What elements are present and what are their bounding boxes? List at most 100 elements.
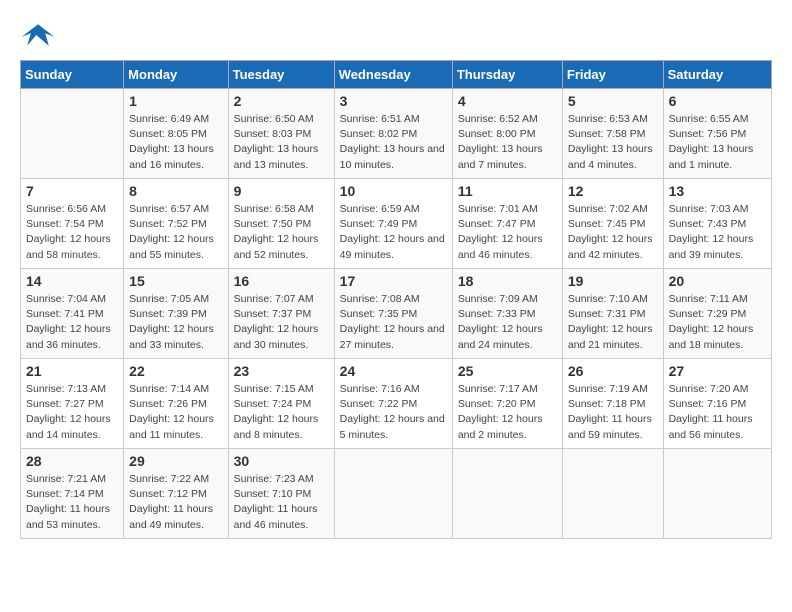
day-number: 26 — [568, 363, 658, 379]
calendar-cell: 28 Sunrise: 7:21 AMSunset: 7:14 PMDayligh… — [21, 449, 124, 539]
calendar-cell — [663, 449, 771, 539]
day-number: 15 — [129, 273, 222, 289]
calendar-week-row: 14 Sunrise: 7:04 AMSunset: 7:41 PMDayligh… — [21, 269, 772, 359]
calendar-cell — [21, 89, 124, 179]
day-number: 25 — [458, 363, 557, 379]
header-sunday: Sunday — [21, 61, 124, 89]
calendar-cell: 23 Sunrise: 7:15 AMSunset: 7:24 PMDayligh… — [228, 359, 334, 449]
calendar-cell: 19 Sunrise: 7:10 AMSunset: 7:31 PMDayligh… — [562, 269, 663, 359]
day-info: Sunrise: 7:01 AMSunset: 7:47 PMDaylight:… — [458, 202, 557, 263]
day-info: Sunrise: 7:17 AMSunset: 7:20 PMDaylight:… — [458, 382, 557, 443]
calendar-week-row: 7Sunrise: 6:56 AMSunset: 7:54 PMDaylight… — [21, 179, 772, 269]
day-number: 4 — [458, 93, 557, 109]
calendar-cell: 24 Sunrise: 7:16 AMSunset: 7:22 PMDayligh… — [334, 359, 452, 449]
day-number: 1 — [129, 93, 222, 109]
calendar-cell — [452, 449, 562, 539]
day-number: 28 — [26, 453, 118, 469]
day-info: Sunrise: 6:51 AMSunset: 8:02 PMDaylight:… — [340, 112, 447, 173]
day-info: Sunrise: 7:09 AMSunset: 7:33 PMDaylight:… — [458, 292, 557, 353]
day-info: Sunrise: 7:16 AMSunset: 7:22 PMDaylight:… — [340, 382, 447, 443]
day-info: Sunrise: 7:21 AMSunset: 7:14 PMDaylight:… — [26, 472, 118, 533]
day-number: 17 — [340, 273, 447, 289]
day-number: 18 — [458, 273, 557, 289]
day-number: 13 — [669, 183, 766, 199]
day-number: 24 — [340, 363, 447, 379]
day-number: 27 — [669, 363, 766, 379]
day-info: Sunrise: 7:13 AMSunset: 7:27 PMDaylight:… — [26, 382, 118, 443]
day-number: 6 — [669, 93, 766, 109]
day-number: 12 — [568, 183, 658, 199]
day-number: 29 — [129, 453, 222, 469]
day-info: Sunrise: 7:20 AMSunset: 7:16 PMDaylight:… — [669, 382, 766, 443]
header-wednesday: Wednesday — [334, 61, 452, 89]
day-info: Sunrise: 7:11 AMSunset: 7:29 PMDaylight:… — [669, 292, 766, 353]
calendar-cell: 2Sunrise: 6:50 AMSunset: 8:03 PMDaylight… — [228, 89, 334, 179]
calendar-week-row: 1 Sunrise: 6:49 AMSunset: 8:05 PMDaylight… — [21, 89, 772, 179]
day-number: 14 — [26, 273, 118, 289]
day-info: Sunrise: 6:57 AMSunset: 7:52 PMDaylight:… — [129, 202, 222, 263]
day-info: Sunrise: 7:07 AMSunset: 7:37 PMDaylight:… — [234, 292, 329, 353]
calendar-week-row: 21 Sunrise: 7:13 AMSunset: 7:27 PMDayligh… — [21, 359, 772, 449]
calendar-cell: 9Sunrise: 6:58 AMSunset: 7:50 PMDaylight… — [228, 179, 334, 269]
header-friday: Friday — [562, 61, 663, 89]
day-number: 8 — [129, 183, 222, 199]
day-info: Sunrise: 7:15 AMSunset: 7:24 PMDaylight:… — [234, 382, 329, 443]
day-info: Sunrise: 7:19 AMSunset: 7:18 PMDaylight:… — [568, 382, 658, 443]
day-info: Sunrise: 6:53 AMSunset: 7:58 PMDaylight:… — [568, 112, 658, 173]
calendar-cell: 1 Sunrise: 6:49 AMSunset: 8:05 PMDaylight… — [124, 89, 228, 179]
day-info: Sunrise: 6:52 AMSunset: 8:00 PMDaylight:… — [458, 112, 557, 173]
day-number: 2 — [234, 93, 329, 109]
header-saturday: Saturday — [663, 61, 771, 89]
day-info: Sunrise: 7:23 AMSunset: 7:10 PMDaylight:… — [234, 472, 329, 533]
day-info: Sunrise: 7:04 AMSunset: 7:41 PMDaylight:… — [26, 292, 118, 353]
day-info: Sunrise: 6:49 AMSunset: 8:05 PMDaylight:… — [129, 112, 222, 173]
calendar-cell: 21 Sunrise: 7:13 AMSunset: 7:27 PMDayligh… — [21, 359, 124, 449]
header — [20, 20, 772, 50]
calendar-cell: 10 Sunrise: 6:59 AMSunset: 7:49 PMDayligh… — [334, 179, 452, 269]
calendar-cell: 20 Sunrise: 7:11 AMSunset: 7:29 PMDayligh… — [663, 269, 771, 359]
calendar-cell — [562, 449, 663, 539]
header-monday: Monday — [124, 61, 228, 89]
calendar-cell: 27 Sunrise: 7:20 AMSunset: 7:16 PMDayligh… — [663, 359, 771, 449]
calendar-cell: 16 Sunrise: 7:07 AMSunset: 7:37 PMDayligh… — [228, 269, 334, 359]
day-number: 30 — [234, 453, 329, 469]
calendar-cell: 22 Sunrise: 7:14 AMSunset: 7:26 PMDayligh… — [124, 359, 228, 449]
calendar-cell: 15 Sunrise: 7:05 AMSunset: 7:39 PMDayligh… — [124, 269, 228, 359]
calendar-cell: 25 Sunrise: 7:17 AMSunset: 7:20 PMDayligh… — [452, 359, 562, 449]
calendar-cell: 4 Sunrise: 6:52 AMSunset: 8:00 PMDaylight… — [452, 89, 562, 179]
calendar-cell: 14 Sunrise: 7:04 AMSunset: 7:41 PMDayligh… — [21, 269, 124, 359]
day-info: Sunrise: 7:03 AMSunset: 7:43 PMDaylight:… — [669, 202, 766, 263]
day-info: Sunrise: 6:55 AMSunset: 7:56 PMDaylight:… — [669, 112, 766, 173]
day-number: 20 — [669, 273, 766, 289]
day-number: 19 — [568, 273, 658, 289]
calendar-cell: 30 Sunrise: 7:23 AMSunset: 7:10 PMDayligh… — [228, 449, 334, 539]
day-number: 5 — [568, 93, 658, 109]
calendar-cell: 17 Sunrise: 7:08 AMSunset: 7:35 PMDayligh… — [334, 269, 452, 359]
day-info: Sunrise: 7:22 AMSunset: 7:12 PMDaylight:… — [129, 472, 222, 533]
day-number: 21 — [26, 363, 118, 379]
calendar-cell — [334, 449, 452, 539]
calendar-header-row: SundayMondayTuesdayWednesdayThursdayFrid… — [21, 61, 772, 89]
calendar-cell: 18 Sunrise: 7:09 AMSunset: 7:33 PMDayligh… — [452, 269, 562, 359]
day-info: Sunrise: 7:14 AMSunset: 7:26 PMDaylight:… — [129, 382, 222, 443]
day-number: 10 — [340, 183, 447, 199]
day-number: 22 — [129, 363, 222, 379]
logo — [20, 20, 62, 50]
day-number: 3 — [340, 93, 447, 109]
calendar-cell: 29 Sunrise: 7:22 AMSunset: 7:12 PMDayligh… — [124, 449, 228, 539]
logo-icon — [20, 20, 56, 50]
day-info: Sunrise: 7:10 AMSunset: 7:31 PMDaylight:… — [568, 292, 658, 353]
day-info: Sunrise: 7:05 AMSunset: 7:39 PMDaylight:… — [129, 292, 222, 353]
calendar-cell: 8 Sunrise: 6:57 AMSunset: 7:52 PMDaylight… — [124, 179, 228, 269]
day-number: 23 — [234, 363, 329, 379]
day-info: Sunrise: 6:59 AMSunset: 7:49 PMDaylight:… — [340, 202, 447, 263]
calendar-cell: 7Sunrise: 6:56 AMSunset: 7:54 PMDaylight… — [21, 179, 124, 269]
calendar-cell: 3 Sunrise: 6:51 AMSunset: 8:02 PMDaylight… — [334, 89, 452, 179]
calendar-cell: 12Sunrise: 7:02 AMSunset: 7:45 PMDayligh… — [562, 179, 663, 269]
day-number: 9 — [234, 183, 329, 199]
header-tuesday: Tuesday — [228, 61, 334, 89]
day-number: 16 — [234, 273, 329, 289]
day-number: 11 — [458, 183, 557, 199]
day-info: Sunrise: 7:08 AMSunset: 7:35 PMDaylight:… — [340, 292, 447, 353]
calendar-table: SundayMondayTuesdayWednesdayThursdayFrid… — [20, 60, 772, 539]
